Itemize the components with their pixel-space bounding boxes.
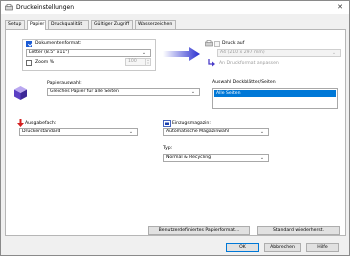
print-to-select[interactable]: A4 (210 x 297 mm) ⌄ [217,49,341,57]
paper-selection-value: Gleiches Papier für alle Seiten [50,89,119,94]
print-settings-window: Druckeinstellungen ✕ Setup Papier Druckq… [0,0,350,256]
print-to-label: Druck auf [222,41,245,46]
fit-to-page-label: An Druckformat anpassen [219,61,279,66]
print-to-value: A4 (210 x 297 mm) [220,50,265,55]
document-format-value: Letter (8.5" x11") [29,50,70,55]
custom-paper-format-button[interactable]: Benutzerdefiniertes Papierformat... [148,226,250,235]
output-tray-label: Ausgabefach: [25,121,57,126]
tab-valid-access[interactable]: Gültiger Zugriff [91,20,133,29]
chevron-down-icon: ⌄ [259,129,265,135]
printer-settings-icon [5,4,13,11]
zoom-stepper[interactable]: 100 ▴ ▾ [125,58,151,66]
list-item[interactable]: Alle Seiten [214,90,336,97]
input-tray-value: Automatische Magazinwahl [166,129,230,134]
print-to-checkbox[interactable] [214,41,220,47]
ok-button[interactable]: OK [226,243,259,252]
document-format-label: Dokumentenformat: [35,41,82,46]
cover-selection-list[interactable]: Alle Seiten [212,88,338,109]
zoom-label: Zoom % [35,60,55,65]
input-tray-icon [163,120,171,127]
tab-paper[interactable]: Papier [27,20,46,30]
title-bar: Druckeinstellungen ✕ [1,1,349,14]
arrow-right-icon [163,47,200,61]
output-tray-arrow-icon [17,119,24,127]
stepper-arrows-icon[interactable]: ▴ ▾ [145,59,150,65]
chevron-down-icon: ⌄ [141,50,147,56]
type-label: Typ: [163,146,173,151]
paper-selection-select[interactable]: Gleiches Papier für alle Seiten ⌄ [47,88,200,96]
document-format-select[interactable]: Letter (8.5" x11") ⌄ [26,49,151,57]
chevron-down-icon: ⌄ [331,50,337,56]
document-format-checkbox[interactable] [26,41,32,47]
cancel-button[interactable]: Abbrechen [264,243,301,252]
chevron-down-icon: ⌄ [259,155,265,161]
type-select[interactable]: Normal & Recycling ⌄ [163,154,269,162]
zoom-checkbox[interactable] [26,60,32,66]
printer-icon [205,40,213,47]
help-button[interactable]: Hilfe [306,243,339,252]
tab-setup[interactable]: Setup [5,20,25,29]
output-tray-value: Druckerstandard [22,129,61,134]
paper-cube-icon [14,86,27,100]
chevron-down-icon: ⌄ [128,129,134,135]
cover-selection-label: Auswahl Deckblätter/Seiten [212,80,276,85]
redirect-arrow-icon [208,59,215,67]
chevron-down-icon: ⌄ [190,89,196,95]
tab-watermark[interactable]: Wasserzeichen [135,20,176,29]
type-value: Normal & Recycling [166,155,212,160]
output-tray-select[interactable]: Druckerstandard ⌄ [19,128,138,136]
input-tray-label: Einzugsmagazin: [172,121,211,126]
paper-selection-label: Papierauswahl: [47,81,82,86]
input-tray-select[interactable]: Automatische Magazinwahl ⌄ [163,128,269,136]
close-button[interactable]: ✕ [334,2,346,12]
zoom-value: 100 [128,59,137,64]
tab-print-quality[interactable]: Druckqualität [48,20,89,29]
window-title: Druckeinstellungen [16,4,75,11]
restore-default-button[interactable]: Standard wiederherst. [257,226,340,235]
